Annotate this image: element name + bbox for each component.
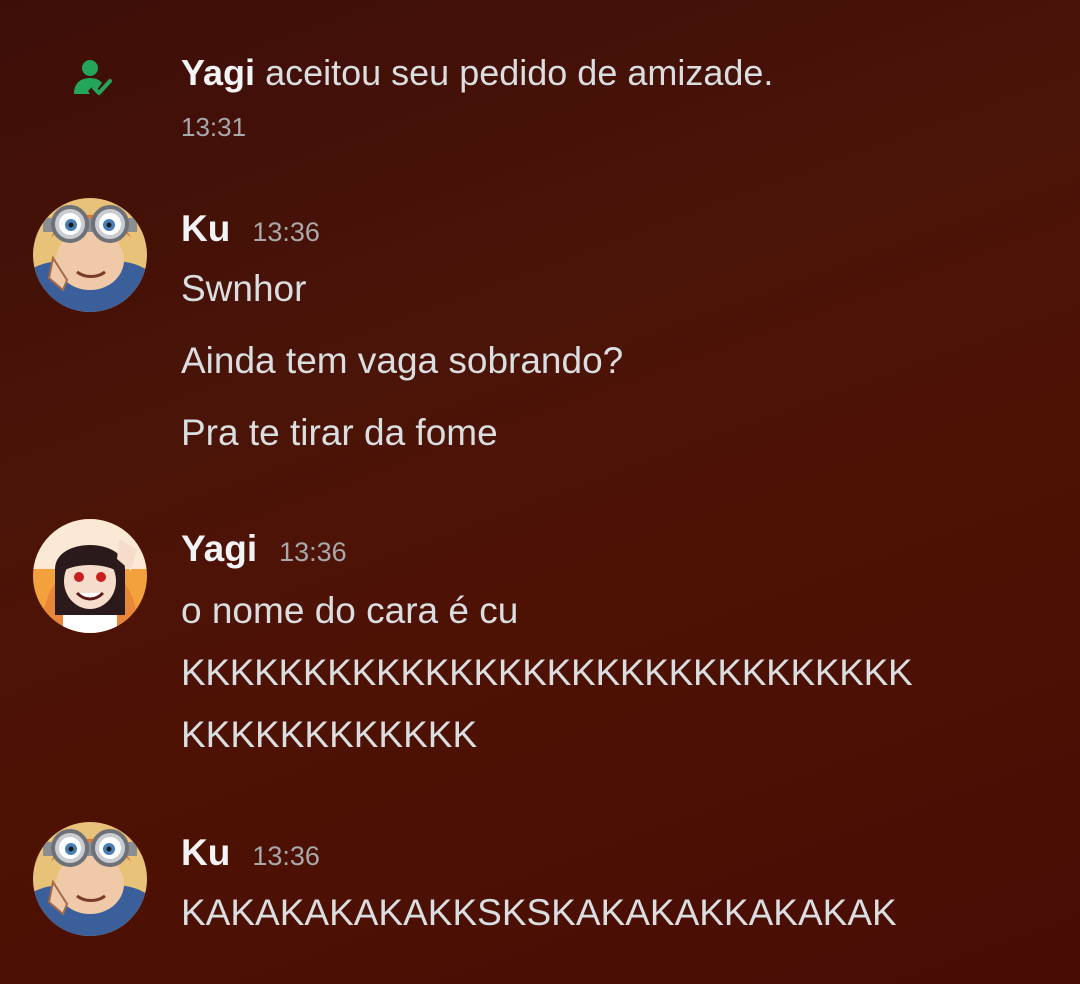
message-timestamp: 13:36: [252, 841, 320, 871]
username-yagi[interactable]: Yagi: [181, 528, 257, 569]
message-text: KKKKKKKKKKKKKKKKKKKKKKKKKKKKKK: [181, 652, 913, 693]
avatar-yagi[interactable]: [33, 519, 147, 633]
message-header: Ku 13:36: [181, 208, 320, 250]
system-message-body: aceitou seu pedido de amizade.: [265, 52, 774, 93]
system-message-timestamp: 13:31: [181, 112, 247, 142]
message-header: Ku 13:36: [181, 832, 320, 874]
friend-accepted-system-message: Yagi aceitou seu pedido de amizade. 13:3…: [0, 0, 1080, 142]
message-text: o nome do cara é cu: [181, 590, 519, 631]
message-text: KAKAKAKAKAKKSKSKAKAKAKKAKAKAK: [181, 892, 897, 933]
message-timestamp: 13:36: [279, 537, 347, 567]
message-text: Ainda tem vaga sobrando?: [181, 340, 624, 381]
message-text: Swnhor: [181, 268, 307, 309]
system-message-username[interactable]: Yagi: [181, 52, 255, 93]
avatar-ku[interactable]: [33, 822, 147, 936]
username-ku[interactable]: Ku: [181, 832, 230, 873]
avatar-ku[interactable]: [33, 198, 147, 312]
message-text: Pra te tirar da fome: [181, 412, 498, 453]
username-ku[interactable]: Ku: [181, 208, 230, 249]
system-message-text: Yagi aceitou seu pedido de amizade.: [181, 52, 773, 94]
message-text: KKKKKKKKKKKK: [181, 714, 478, 755]
message-header: Yagi 13:36: [181, 528, 347, 570]
friend-added-icon: [70, 58, 114, 98]
message-timestamp: 13:36: [252, 217, 320, 247]
